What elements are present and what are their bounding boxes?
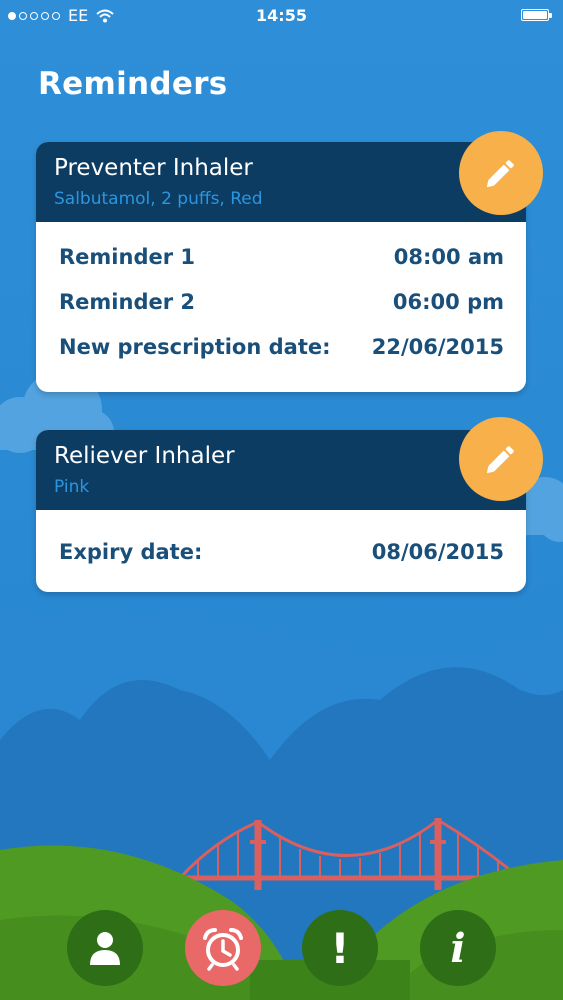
card-header: Reliever Inhaler Pink bbox=[36, 430, 526, 510]
card-body: Expiry date: 08/06/2015 bbox=[36, 510, 526, 582]
exclamation-icon: ! bbox=[330, 923, 350, 973]
info-icon: i bbox=[450, 924, 466, 972]
nav-reminders-button[interactable] bbox=[185, 910, 261, 986]
row-label: Reminder 1 bbox=[59, 244, 195, 269]
edit-preventer-button[interactable] bbox=[459, 131, 543, 215]
row-label: Expiry date: bbox=[59, 540, 203, 564]
page-title: Reminders bbox=[38, 66, 228, 102]
pencil-icon bbox=[486, 446, 514, 474]
pencil-icon bbox=[486, 160, 514, 188]
row-value: 06:00 pm bbox=[392, 289, 504, 314]
card-title: Reliever Inhaler bbox=[54, 443, 235, 469]
card-body: Reminder 1 08:00 am Reminder 2 06:00 pm … bbox=[36, 222, 526, 369]
row-label: New prescription date: bbox=[59, 334, 331, 359]
nav-alerts-button[interactable]: ! bbox=[302, 910, 378, 986]
edit-reliever-button[interactable] bbox=[459, 417, 543, 501]
expiry-row: Expiry date: 08/06/2015 bbox=[59, 522, 504, 582]
battery-icon bbox=[521, 9, 552, 21]
reminder-row: Reminder 1 08:00 am bbox=[59, 234, 504, 279]
row-value: 08:00 am bbox=[393, 244, 504, 269]
person-icon bbox=[90, 932, 120, 965]
reminders-screen: EE 14:55 Reminders Preventer Inhaler Sal… bbox=[0, 0, 563, 1000]
card-header: Preventer Inhaler Salbutamol, 2 puffs, R… bbox=[36, 142, 526, 222]
nav-info-button[interactable]: i bbox=[420, 910, 496, 986]
reminder-row: Reminder 2 06:00 pm bbox=[59, 279, 504, 324]
alarm-clock-icon bbox=[203, 928, 243, 971]
card-subtitle: Pink bbox=[54, 477, 90, 497]
status-bar: EE 14:55 bbox=[0, 0, 563, 32]
reminder-card-preventer: Preventer Inhaler Salbutamol, 2 puffs, R… bbox=[36, 142, 526, 392]
status-time: 14:55 bbox=[256, 6, 307, 25]
card-title: Preventer Inhaler bbox=[54, 155, 253, 181]
row-label: Reminder 2 bbox=[59, 289, 195, 314]
nav-profile-button[interactable] bbox=[67, 910, 143, 986]
card-subtitle: Salbutamol, 2 puffs, Red bbox=[54, 189, 263, 209]
row-value: 22/06/2015 bbox=[371, 334, 504, 359]
row-value: 08/06/2015 bbox=[371, 540, 504, 564]
reminder-card-reliever: Reliever Inhaler Pink Expiry date: 08/06… bbox=[36, 430, 526, 592]
prescription-row: New prescription date: 22/06/2015 bbox=[59, 324, 504, 369]
